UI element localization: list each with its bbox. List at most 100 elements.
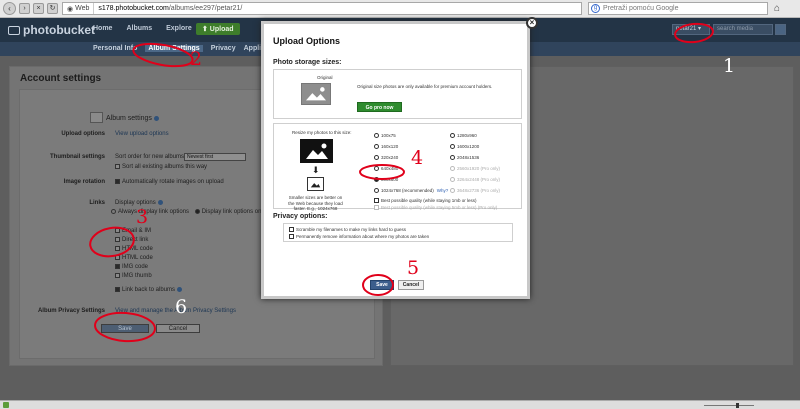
link-type-html[interactable]: HTML code (115, 246, 153, 252)
link-type-img-thumb[interactable]: IMG thumb (115, 273, 152, 279)
view-upload-options-link[interactable]: View upload options (115, 131, 169, 137)
url-path: /albums/ee297/petar21/ (168, 5, 243, 12)
size-option[interactable]: 640x480 (374, 166, 398, 171)
size-radio (450, 188, 455, 193)
size-option[interactable]: 2048x1536 (450, 155, 479, 160)
size-radio[interactable] (374, 144, 379, 149)
link-type-checkbox[interactable] (115, 273, 120, 278)
address-bar[interactable]: ◉ Web s178.photobucket.com/albums/ee297/… (62, 2, 582, 15)
link-back-row[interactable]: Link back to albums (115, 287, 183, 293)
upload-button[interactable]: ⬆ Upload (196, 23, 240, 35)
link-type-checkbox[interactable] (115, 228, 120, 233)
annotation-number-1: 1 (723, 55, 736, 77)
size-radio[interactable] (374, 188, 379, 193)
remove-location-option[interactable]: Permanently remove information about whe… (289, 234, 429, 239)
home-icon[interactable]: ⌂ (774, 3, 786, 15)
nav-home[interactable]: Home (93, 25, 112, 32)
link-type-checkbox[interactable] (115, 237, 120, 242)
storage-sizes-label: Photo storage sizes: (273, 59, 342, 66)
size-option[interactable]: 320x240 (374, 155, 398, 160)
link-type-checkbox[interactable] (115, 246, 120, 251)
link-type-checkbox[interactable] (115, 255, 120, 260)
status-icon (3, 402, 9, 408)
scramble-filenames-option[interactable]: Scramble my filenames to make my links h… (289, 227, 406, 232)
link-type-label: HTML code (122, 255, 153, 262)
stop-icon[interactable]: × (33, 3, 44, 14)
tab-personal-info[interactable]: Personal Info (93, 45, 137, 52)
link-type-label: Direct link (122, 237, 149, 244)
dialog-cancel-button[interactable]: Cancel (398, 280, 424, 290)
nav-explore[interactable]: Explore (166, 25, 192, 32)
size-radio (450, 166, 455, 171)
link-type-html-2[interactable]: HTML code (115, 255, 153, 261)
forward-icon[interactable]: › (19, 3, 30, 14)
size-option[interactable]: 1024x768 (recommended) Why? (374, 188, 448, 193)
tab-privacy[interactable]: Privacy (211, 45, 236, 52)
site-search-input[interactable]: search media (713, 24, 773, 35)
auto-rotate-checkbox[interactable] (115, 179, 120, 184)
help-icon[interactable] (177, 287, 183, 292)
image-placeholder-icon (301, 83, 331, 105)
site-identity[interactable]: ◉ Web (63, 3, 95, 14)
photobucket-logo[interactable]: photobucket (8, 23, 95, 37)
scramble-checkbox[interactable] (289, 227, 294, 232)
link-back-checkbox[interactable] (115, 287, 120, 292)
size-option[interactable]: 160x120 (374, 144, 398, 149)
settings-cancel-button[interactable]: Cancel (156, 324, 200, 333)
upload-options-label: Upload options (61, 131, 105, 137)
go-pro-button[interactable]: Go pro now (357, 102, 402, 112)
close-icon[interactable]: × (526, 17, 538, 29)
help-icon[interactable] (157, 200, 163, 205)
remove-location-label: Permanently remove information about whe… (296, 234, 430, 239)
best-quality-checkbox[interactable] (374, 198, 379, 203)
sort-all-label: Sort all existing albums this way (122, 164, 208, 171)
why-link[interactable]: Why? (437, 188, 449, 193)
auto-rotate-row[interactable]: Automatically rotate images on upload (115, 179, 224, 185)
sort-all-checkbox[interactable] (115, 164, 120, 169)
size-option[interactable]: 1600x1200 (450, 144, 479, 149)
size-label: 3648x2736 (Pro only) (457, 188, 501, 193)
help-icon[interactable] (153, 115, 159, 121)
size-label: 3264x2448 (Pro only) (457, 177, 501, 182)
size-option-selected[interactable]: 800x600 (374, 177, 398, 182)
size-radio[interactable] (450, 155, 455, 160)
sort-order-text: Sort order for new albums (115, 154, 185, 160)
size-radio[interactable] (450, 144, 455, 149)
link-type-img[interactable]: IMG code (115, 264, 148, 270)
size-radio[interactable] (374, 133, 379, 138)
upload-options-dialog: × Upload Options Photo storage sizes: Or… (261, 17, 538, 299)
mouseover-display-radio[interactable] (194, 209, 200, 214)
link-type-direct[interactable]: Direct link (115, 237, 148, 243)
back-icon[interactable]: ‹ (3, 2, 16, 15)
link-type-checkbox[interactable] (115, 264, 120, 269)
link-type-email[interactable]: Email & IM (115, 228, 151, 234)
album-icon (90, 112, 103, 123)
size-option[interactable]: 1280x960 (450, 133, 477, 138)
always-display-radio[interactable] (111, 209, 116, 214)
settings-save-button[interactable]: Save (101, 324, 149, 333)
search-go-icon[interactable] (775, 24, 786, 35)
size-option[interactable]: 100x75 (374, 133, 396, 138)
best-quality-label: Best possible quality (while staying 1mb… (381, 198, 477, 203)
browser-search-input[interactable]: g Pretraži pomoću Google (588, 2, 768, 15)
url-text[interactable]: s178.photobucket.com/albums/ee297/petar2… (94, 5, 242, 12)
dialog-save-button[interactable]: Save (370, 280, 394, 290)
best-quality-option[interactable]: Best possible quality (while staying 1mb… (374, 198, 477, 203)
zoom-slider-handle[interactable] (736, 403, 739, 408)
sort-all-row[interactable]: Sort all existing albums this way (115, 164, 207, 170)
size-radio[interactable] (450, 133, 455, 138)
image-rotation-label: Image rotation (63, 179, 105, 185)
reload-icon[interactable]: ↻ (47, 3, 58, 14)
size-radio[interactable] (374, 155, 379, 160)
remove-location-checkbox[interactable] (289, 234, 294, 239)
album-privacy-label: Album Privacy Settings (37, 308, 105, 314)
size-label: 1280x960 (457, 133, 477, 138)
size-radio[interactable] (374, 177, 379, 182)
nav-albums[interactable]: Albums (126, 25, 152, 32)
globe-icon: ◉ (67, 5, 74, 13)
user-menu[interactable]: petar21 ▾ (672, 24, 710, 35)
size-radio[interactable] (374, 166, 379, 171)
privacy-options-box: Scramble my filenames to make my links h… (283, 223, 513, 242)
zoom-slider[interactable] (704, 405, 754, 406)
sort-order-select[interactable]: Newest first (184, 153, 246, 161)
